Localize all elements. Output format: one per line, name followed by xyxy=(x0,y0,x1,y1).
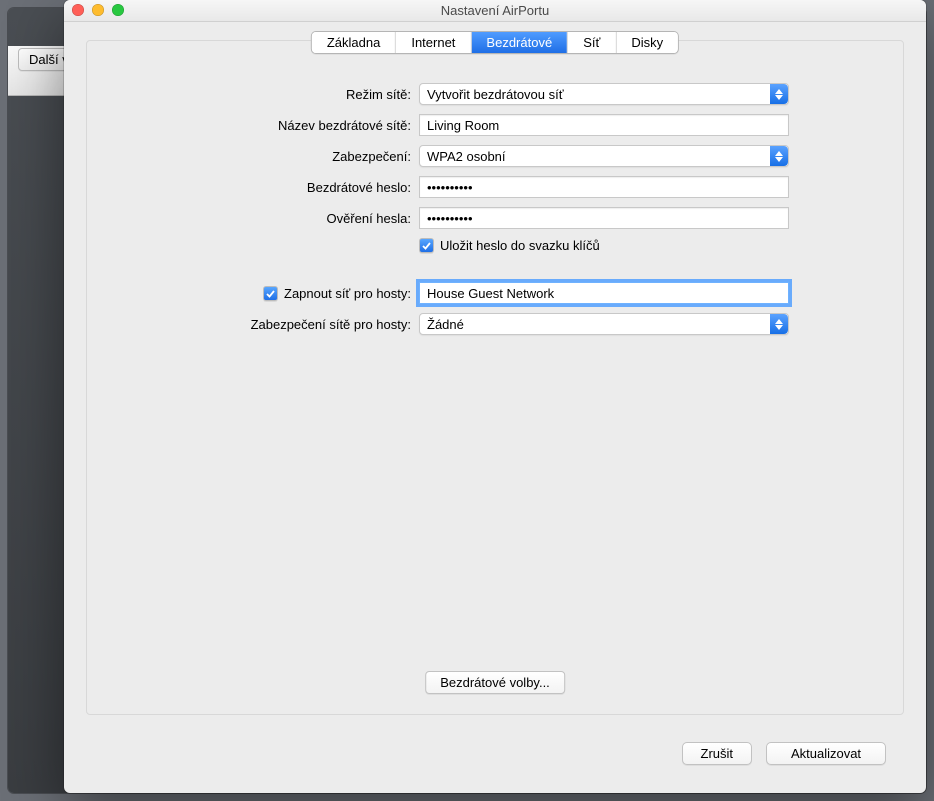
wireless-form: Režim sítě: Vytvořit bezdrátovou síť Náz… xyxy=(87,83,903,344)
close-icon[interactable] xyxy=(72,4,84,16)
verify-password-input[interactable] xyxy=(419,207,789,229)
tab-base[interactable]: Základna xyxy=(312,32,396,53)
check-icon xyxy=(265,288,276,299)
security-value: WPA2 osobní xyxy=(427,149,506,164)
remember-password-checkbox[interactable] xyxy=(419,238,434,253)
airport-settings-window: Nastavení AirPortu Základna Internet Bez… xyxy=(64,0,926,793)
label-verify-password: Ověření hesla: xyxy=(129,211,419,226)
zoom-icon[interactable] xyxy=(112,4,124,16)
minimize-icon[interactable] xyxy=(92,4,104,16)
guest-network-name-input[interactable] xyxy=(419,282,789,304)
label-network-mode: Režim sítě: xyxy=(129,87,419,102)
traffic-lights xyxy=(72,4,124,16)
check-icon xyxy=(421,240,432,251)
chevron-updown-icon xyxy=(770,314,788,334)
titlebar: Nastavení AirPortu xyxy=(64,0,926,22)
tab-disks[interactable]: Disky xyxy=(616,32,678,53)
update-button[interactable]: Aktualizovat xyxy=(766,742,886,765)
tab-internet[interactable]: Internet xyxy=(396,32,471,53)
footer-buttons: Zrušit Aktualizovat xyxy=(682,742,887,765)
label-security: Zabezpečení: xyxy=(129,149,419,164)
label-wireless-password: Bezdrátové heslo: xyxy=(129,180,419,195)
tab-network[interactable]: Síť xyxy=(568,32,616,53)
wireless-options-button[interactable]: Bezdrátové volby... xyxy=(425,671,565,694)
wireless-password-input[interactable] xyxy=(419,176,789,198)
security-popup[interactable]: WPA2 osobní xyxy=(419,145,789,167)
wireless-name-input[interactable] xyxy=(419,114,789,136)
label-enable-guest: Zapnout síť pro hosty: xyxy=(284,286,411,301)
chevron-updown-icon xyxy=(770,146,788,166)
settings-sheet: Základna Internet Bezdrátové Síť Disky R… xyxy=(86,40,904,715)
network-mode-value: Vytvořit bezdrátovou síť xyxy=(427,87,564,102)
chevron-updown-icon xyxy=(770,84,788,104)
guest-network-checkbox[interactable] xyxy=(263,286,278,301)
tab-bar: Základna Internet Bezdrátové Síť Disky xyxy=(311,31,679,54)
label-wireless-name: Název bezdrátové sítě: xyxy=(129,118,419,133)
guest-security-popup[interactable]: Žádné xyxy=(419,313,789,335)
remember-password-label: Uložit heslo do svazku klíčů xyxy=(440,238,600,253)
label-guest-security: Zabezpečení sítě pro hosty: xyxy=(129,317,419,332)
guest-security-value: Žádné xyxy=(427,317,464,332)
tab-wireless[interactable]: Bezdrátové xyxy=(471,32,568,53)
cancel-button[interactable]: Zrušit xyxy=(682,742,753,765)
window-title: Nastavení AirPortu xyxy=(441,3,549,18)
network-mode-popup[interactable]: Vytvořit bezdrátovou síť xyxy=(419,83,789,105)
